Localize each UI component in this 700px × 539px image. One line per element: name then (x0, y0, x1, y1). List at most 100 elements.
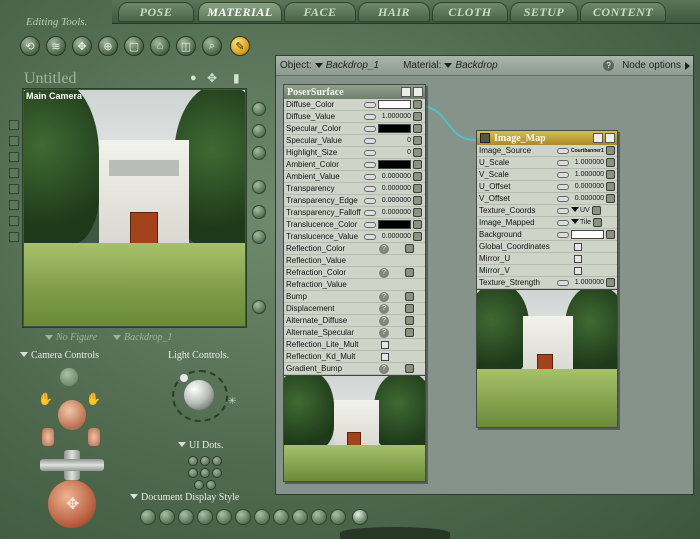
help-icon[interactable]: ? (603, 60, 615, 71)
checkbox[interactable] (381, 340, 389, 349)
node-input-row[interactable]: Ambient_Color (284, 159, 425, 171)
camera-head-icon[interactable] (60, 368, 78, 386)
node-input-row[interactable]: Texture_Strength 1.000000 (477, 277, 617, 289)
display-style-button[interactable] (252, 300, 266, 314)
taper-tool-icon[interactable]: ⌂ (150, 36, 170, 56)
node-input-row[interactable]: Texture_Coords UV (477, 205, 617, 217)
color-swatch[interactable] (378, 160, 411, 169)
tab-pose[interactable]: POSE (118, 2, 194, 22)
value-field[interactable]: 0 (378, 149, 411, 156)
display-style-smooth-lined-button[interactable] (330, 509, 346, 525)
input-plug-icon[interactable] (413, 232, 422, 241)
image-map-input-icon[interactable] (480, 133, 490, 143)
value-field[interactable]: 0.000000 (378, 173, 411, 180)
input-plug-icon[interactable] (413, 124, 422, 133)
value-field[interactable]: 0.000000 (378, 233, 411, 240)
document-window[interactable]: Main Camera (22, 88, 247, 328)
ui-dot[interactable] (188, 468, 198, 478)
material-dropdown[interactable]: Backdrop (455, 60, 497, 71)
ui-dot[interactable] (188, 456, 198, 466)
link-icon[interactable] (557, 207, 569, 214)
input-plug-icon[interactable] (606, 158, 615, 167)
node-input-row[interactable]: Translucence_Color (284, 219, 425, 231)
node-input-row[interactable]: Mirror_V (477, 265, 617, 277)
object-dropdown-icon[interactable] (314, 63, 323, 68)
color-swatch[interactable] (571, 230, 604, 239)
node-input-row[interactable]: Bump? (284, 291, 425, 303)
view-magnifier-tool-icon[interactable]: ⌕ (202, 36, 222, 56)
value-field[interactable]: 0.000000 (378, 185, 411, 192)
input-plug-icon[interactable] (606, 230, 615, 239)
link-icon[interactable] (364, 161, 376, 168)
node-input-row[interactable]: Refraction_Value (284, 279, 425, 291)
link-icon[interactable] (364, 113, 376, 120)
node-menu-icon[interactable] (593, 133, 603, 143)
tab-face[interactable]: FACE (284, 2, 356, 22)
link-icon[interactable] (364, 125, 376, 132)
input-plug-icon[interactable] (405, 316, 414, 325)
input-plug-icon[interactable] (413, 208, 422, 217)
tab-hair[interactable]: HAIR (358, 2, 430, 22)
node-input-row[interactable]: Alternate_Specular? (284, 327, 425, 339)
move-camera-cross-icon[interactable] (40, 450, 104, 480)
link-icon[interactable] (557, 183, 569, 190)
link-icon[interactable] (364, 185, 376, 192)
link-icon[interactable] (364, 209, 376, 216)
input-plug-icon[interactable] (606, 182, 615, 191)
light-dot-icon[interactable] (180, 374, 188, 382)
strip-button[interactable] (9, 152, 19, 162)
figure-selector[interactable]: No Figure (42, 332, 97, 343)
node-input-row[interactable]: Diffuse_Color (284, 99, 425, 111)
display-style-button[interactable] (252, 102, 266, 116)
value-field[interactable]: 1.000000 (378, 113, 411, 120)
strip-button[interactable] (9, 216, 19, 226)
input-plug-icon[interactable] (405, 268, 414, 277)
input-plug-icon[interactable] (405, 244, 414, 253)
display-style-button[interactable] (252, 146, 266, 160)
display-style-wireframe-button[interactable] (178, 509, 194, 525)
input-plug-icon[interactable] (606, 146, 615, 155)
node-input-row[interactable]: Gradient_Bump? (284, 363, 425, 375)
display-style-cartoon-button[interactable] (273, 509, 289, 525)
poser-surface-node[interactable]: PoserSurface Diffuse_Color Diffuse_Value 1… (283, 84, 426, 482)
node-input-row[interactable]: V_Scale 1.000000 (477, 169, 617, 181)
value-field[interactable]: 1.000000 (571, 279, 604, 286)
unconnected-input-icon[interactable]: ? (379, 291, 389, 302)
link-icon[interactable] (557, 219, 569, 226)
image-source-field[interactable]: Courtbanner1 (571, 148, 604, 154)
link-icon[interactable] (364, 137, 376, 144)
right-hand-camera-icon[interactable]: ✋ (86, 392, 101, 406)
link-icon[interactable] (557, 159, 569, 166)
dropdown-value[interactable]: UV (571, 207, 590, 214)
node-input-row[interactable]: Translucence_Value 0.000000 (284, 231, 425, 243)
material-dropdown-icon[interactable] (444, 63, 453, 68)
color-swatch[interactable] (378, 220, 411, 229)
color-swatch[interactable] (378, 124, 411, 133)
input-plug-icon[interactable] (591, 206, 601, 215)
link-icon[interactable] (557, 279, 569, 286)
display-style-smooth-shaded-button[interactable] (311, 509, 327, 525)
value-field[interactable]: 0.000000 (571, 195, 604, 202)
node-preview-toggle-icon[interactable] (605, 133, 615, 143)
trackball-camera-icon[interactable]: ✥ (48, 480, 96, 528)
translate-tool-icon[interactable]: ✥ (72, 36, 92, 56)
node-input-row[interactable]: Image_Mapped Tile (477, 217, 617, 229)
node-input-row[interactable]: Reflection_Kd_Mult (284, 351, 425, 363)
display-style-flat-shaded-button[interactable] (235, 509, 251, 525)
unconnected-input-icon[interactable]: ? (379, 363, 389, 374)
input-plug-icon[interactable] (606, 278, 615, 287)
node-input-row[interactable]: Specular_Color (284, 123, 425, 135)
value-field[interactable]: 0.000000 (378, 197, 411, 204)
node-input-row[interactable]: Reflection_Value (284, 255, 425, 267)
link-icon[interactable] (364, 197, 376, 204)
input-plug-icon[interactable] (413, 172, 422, 181)
node-menu-icon[interactable] (401, 87, 411, 97)
node-input-row[interactable]: V_Offset 0.000000 (477, 193, 617, 205)
unconnected-input-icon[interactable]: ? (379, 267, 389, 278)
twist-tool-icon[interactable]: ≋ (46, 36, 66, 56)
value-field[interactable]: 1.000000 (571, 159, 604, 166)
input-plug-icon[interactable] (405, 328, 414, 337)
image-map-node[interactable]: Image_Map Image_Source Courtbanner1 U_Scal… (476, 130, 618, 428)
link-icon[interactable] (364, 233, 376, 240)
dropdown-value[interactable]: Tile (571, 219, 591, 226)
